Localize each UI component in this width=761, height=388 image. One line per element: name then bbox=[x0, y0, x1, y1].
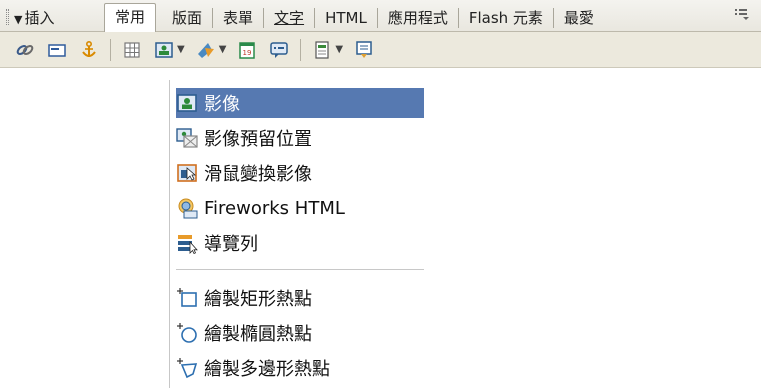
navigation-bar-icon bbox=[178, 235, 198, 254]
tag-chooser-button[interactable] bbox=[353, 39, 375, 61]
date-icon: 19 bbox=[239, 41, 256, 59]
media-button[interactable] bbox=[195, 39, 217, 61]
email-link-button[interactable] bbox=[46, 39, 68, 61]
menu-item-oval-hotspot[interactable]: 繪製橢圓熱點 bbox=[176, 318, 424, 348]
image-dropdown-menu: 影像 影像預留位置 滑鼠變換影像 Fireworks HTML 導覽列 繪製矩形… bbox=[169, 80, 425, 388]
menu-item-fireworks-html[interactable]: Fireworks HTML bbox=[176, 193, 424, 223]
tab-common[interactable]: 常用 bbox=[104, 3, 157, 32]
tab-html[interactable]: HTML bbox=[315, 7, 378, 28]
panel-grip[interactable] bbox=[6, 9, 9, 25]
collapse-triangle-icon[interactable]: ▼ bbox=[14, 13, 22, 26]
image-dropdown-caret-icon[interactable]: ▼ bbox=[177, 44, 185, 55]
comment-icon bbox=[270, 41, 289, 58]
media-icon bbox=[197, 42, 214, 58]
panel-title[interactable]: ▼ 插入 bbox=[14, 7, 54, 28]
template-dropdown-caret-icon[interactable]: ▼ bbox=[335, 44, 343, 55]
insert-tabs: 常用 版面 表單 文字 HTML 應用程式 Flash 元素 最愛 bbox=[104, 3, 604, 32]
menu-item-image[interactable]: 影像 bbox=[176, 88, 424, 118]
tag-chooser-icon bbox=[356, 40, 372, 58]
table-button[interactable] bbox=[121, 39, 143, 61]
named-anchor-button[interactable] bbox=[78, 39, 100, 61]
menu-item-image-placeholder[interactable]: 影像預留位置 bbox=[176, 123, 424, 153]
toolbar-separator bbox=[110, 38, 111, 61]
image-placeholder-icon bbox=[176, 128, 198, 148]
insert-panel: ▼ 插入 常用 版面 表單 文字 HTML 應用程式 Flash 元素 最愛 ▼… bbox=[0, 0, 761, 70]
svg-text:19: 19 bbox=[243, 49, 252, 57]
oval-hotspot-icon bbox=[177, 323, 197, 343]
fireworks-html-icon bbox=[178, 198, 198, 219]
menu-separator bbox=[176, 269, 424, 270]
tab-application[interactable]: 應用程式 bbox=[378, 7, 459, 28]
rollover-image-icon bbox=[177, 164, 197, 182]
insert-toolbar: ▼ ▼ 19 ▼ bbox=[0, 32, 761, 68]
tab-forms[interactable]: 表單 bbox=[213, 7, 265, 28]
menu-item-navigation-bar[interactable]: 導覽列 bbox=[176, 228, 424, 258]
menu-item-polygon-hotspot[interactable]: 繪製多邊形熱點 bbox=[176, 353, 424, 383]
media-dropdown-caret-icon[interactable]: ▼ bbox=[219, 44, 227, 55]
hyperlink-icon bbox=[16, 44, 34, 55]
table-icon bbox=[124, 41, 140, 58]
image-icon bbox=[155, 41, 173, 58]
date-button[interactable]: 19 bbox=[236, 39, 258, 61]
menu-item-rollover-image[interactable]: 滑鼠變換影像 bbox=[176, 158, 424, 188]
insert-panel-tabbar: ▼ 插入 常用 版面 表單 文字 HTML 應用程式 Flash 元素 最愛 bbox=[0, 0, 761, 32]
image-icon bbox=[177, 94, 197, 112]
named-anchor-icon bbox=[82, 40, 96, 57]
email-link-icon bbox=[48, 43, 66, 57]
tab-text[interactable]: 文字 bbox=[264, 7, 316, 28]
menu-item-rectangle-hotspot[interactable]: 繪製矩形熱點 bbox=[176, 283, 424, 313]
toolbar-separator bbox=[300, 38, 302, 61]
comment-button[interactable] bbox=[268, 39, 290, 61]
tab-layout[interactable]: 版面 bbox=[162, 7, 214, 28]
tab-flash-elements[interactable]: Flash 元素 bbox=[459, 7, 554, 28]
template-button[interactable] bbox=[311, 39, 333, 61]
polygon-hotspot-icon bbox=[177, 358, 198, 379]
hyperlink-button[interactable] bbox=[14, 39, 36, 61]
image-button[interactable] bbox=[153, 39, 175, 61]
tab-favorites[interactable]: 最愛 bbox=[554, 8, 604, 28]
panel-options-icon[interactable] bbox=[735, 8, 749, 20]
template-icon bbox=[315, 40, 330, 59]
rectangle-hotspot-icon bbox=[177, 288, 197, 307]
